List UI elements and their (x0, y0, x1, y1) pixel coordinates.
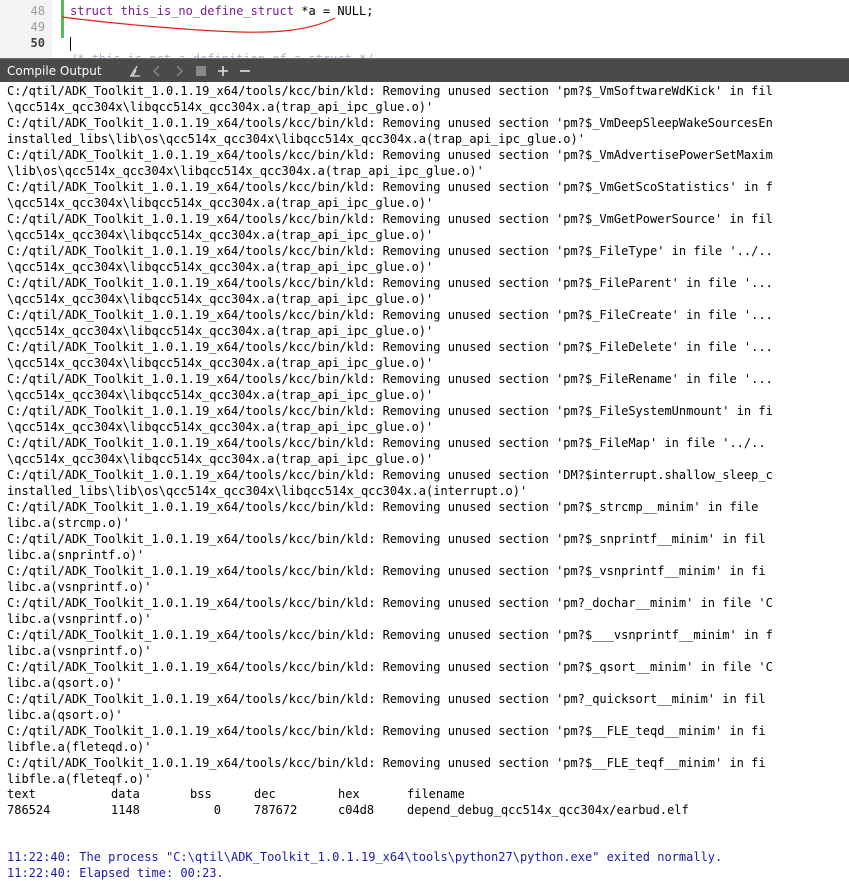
output-line: C:/qtil/ADK_Toolkit_1.0.1.19_x64/tools/k… (7, 564, 766, 578)
output-line: C:/qtil/ADK_Toolkit_1.0.1.19_x64/tools/k… (7, 404, 773, 418)
output-line: C:/qtil/ADK_Toolkit_1.0.1.19_x64/tools/k… (7, 468, 773, 482)
header-hex: hex (338, 787, 360, 801)
output-line: installed_libs\lib\os\qcc514x_qcc304x\li… (7, 132, 585, 146)
compile-output-header: Compile Output (0, 58, 849, 82)
output-line: \qcc514x_qcc304x\libqcc514x_qcc304x.a(tr… (7, 324, 434, 338)
output-line: C:/qtil/ADK_Toolkit_1.0.1.19_x64/tools/k… (7, 244, 773, 258)
output-line: C:/qtil/ADK_Toolkit_1.0.1.19_x64/tools/k… (7, 276, 773, 290)
output-line: \lib\os\qcc514x_qcc304x\libqcc514x_qcc30… (7, 164, 484, 178)
output-line: C:/qtil/ADK_Toolkit_1.0.1.19_x64/tools/k… (7, 692, 766, 706)
output-line: C:/qtil/ADK_Toolkit_1.0.1.19_x64/tools/k… (7, 532, 766, 546)
output-line: C:/qtil/ADK_Toolkit_1.0.1.19_x64/tools/k… (7, 660, 773, 674)
output-line: libc.a(vsnprintf.o)' (7, 644, 152, 658)
value-bss: 0 (213, 803, 221, 817)
output-line: C:/qtil/ADK_Toolkit_1.0.1.19_x64/tools/k… (7, 180, 773, 194)
code-editor[interactable]: 48 49 50 struct this_is_no_define_struct… (0, 0, 849, 58)
output-line: \qcc514x_qcc304x\libqcc514x_qcc304x.a(tr… (7, 452, 434, 466)
chevron-right-icon[interactable] (168, 59, 190, 83)
plus-icon[interactable] (212, 59, 234, 83)
text-cursor (70, 37, 71, 51)
output-line: \qcc514x_qcc304x\libqcc514x_qcc304x.a(tr… (7, 356, 434, 370)
output-line: C:/qtil/ADK_Toolkit_1.0.1.19_x64/tools/k… (7, 500, 759, 514)
process-exit-status: 11:22:40: The process "C:\qtil\ADK_Toolk… (7, 850, 723, 864)
output-line: C:/qtil/ADK_Toolkit_1.0.1.19_x64/tools/k… (7, 756, 766, 770)
header-filename: filename (407, 787, 465, 801)
value-filename: depend_debug_qcc514x_qcc304x/earbud.elf (407, 803, 689, 817)
output-line: C:/qtil/ADK_Toolkit_1.0.1.19_x64/tools/k… (7, 308, 773, 322)
header-data: data (111, 787, 140, 801)
output-line: C:/qtil/ADK_Toolkit_1.0.1.19_x64/tools/k… (7, 436, 766, 450)
output-line: C:/qtil/ADK_Toolkit_1.0.1.19_x64/tools/k… (7, 84, 773, 98)
output-line: C:/qtil/ADK_Toolkit_1.0.1.19_x64/tools/k… (7, 116, 773, 130)
header-bss: bss (190, 787, 212, 801)
output-line: libfle.a(fleteqf.o)' (7, 772, 152, 786)
stop-icon[interactable] (190, 59, 212, 83)
output-line: libfle.a(fleteqd.o)' (7, 740, 152, 754)
output-line: libc.a(vsnprintf.o)' (7, 612, 152, 626)
elapsed-time-status: 11:22:40: Elapsed time: 00:23. (7, 866, 224, 880)
output-line: \qcc514x_qcc304x\libqcc514x_qcc304x.a(tr… (7, 100, 434, 114)
output-line: \qcc514x_qcc304x\libqcc514x_qcc304x.a(tr… (7, 260, 434, 274)
output-line: \qcc514x_qcc304x\libqcc514x_qcc304x.a(tr… (7, 420, 434, 434)
output-line: C:/qtil/ADK_Toolkit_1.0.1.19_x64/tools/k… (7, 340, 773, 354)
line-number: 48 (30, 4, 45, 18)
output-log: C:/qtil/ADK_Toolkit_1.0.1.19_x64/tools/k… (7, 83, 773, 787)
value-dec: 787672 (254, 803, 298, 817)
panel-title: Compile Output (7, 63, 102, 78)
output-line: C:/qtil/ADK_Toolkit_1.0.1.19_x64/tools/k… (7, 628, 773, 642)
output-line: C:/qtil/ADK_Toolkit_1.0.1.19_x64/tools/k… (7, 148, 773, 162)
value-hex: c04d8 (338, 803, 375, 817)
output-line: C:/qtil/ADK_Toolkit_1.0.1.19_x64/tools/k… (7, 724, 766, 738)
output-line: installed_libs\lib\os\qcc514x_qcc304x\li… (7, 484, 528, 498)
chevron-left-icon[interactable] (146, 59, 168, 83)
output-line: libc.a(qsort.o)' (7, 708, 123, 722)
compile-output-pane[interactable]: C:/qtil/ADK_Toolkit_1.0.1.19_x64/tools/k… (0, 82, 849, 881)
header-dec: dec (254, 787, 276, 801)
broom-icon[interactable] (124, 59, 146, 83)
output-line: libc.a(strcmp.o)' (7, 516, 130, 530)
output-line: \qcc514x_qcc304x\libqcc514x_qcc304x.a(tr… (7, 388, 434, 402)
output-line: \qcc514x_qcc304x\libqcc514x_qcc304x.a(tr… (7, 196, 434, 210)
output-line: \qcc514x_qcc304x\libqcc514x_qcc304x.a(tr… (7, 228, 434, 242)
output-line: C:/qtil/ADK_Toolkit_1.0.1.19_x64/tools/k… (7, 212, 773, 226)
line-number: 49 (30, 20, 45, 34)
output-line: \qcc514x_qcc304x\libqcc514x_qcc304x.a(tr… (7, 292, 434, 306)
minus-icon[interactable] (234, 59, 256, 83)
line-number-current: 50 (30, 36, 45, 50)
output-line: C:/qtil/ADK_Toolkit_1.0.1.19_x64/tools/k… (7, 372, 773, 386)
error-underline (61, 16, 336, 33)
output-line: libc.a(snprintf.o)' (7, 548, 145, 562)
line-number-gutter: 48 49 50 (0, 0, 52, 58)
header-text: text (7, 787, 36, 801)
output-line: libc.a(qsort.o)' (7, 676, 123, 690)
output-line: C:/qtil/ADK_Toolkit_1.0.1.19_x64/tools/k… (7, 596, 773, 610)
output-line: libc.a(vsnprintf.o)' (7, 580, 152, 594)
